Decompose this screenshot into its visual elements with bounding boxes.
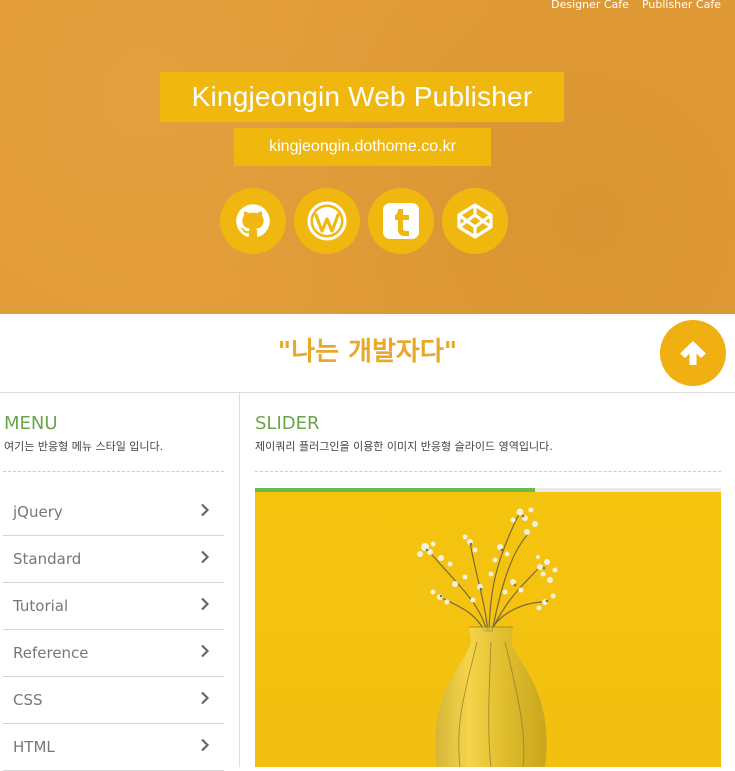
slider-title: SLIDER	[255, 413, 320, 434]
tumblr-icon	[383, 203, 419, 239]
quote-bar: "나는 개발자다"	[0, 314, 735, 393]
chevron-right-icon	[200, 643, 210, 662]
tumblr-button[interactable]	[368, 188, 434, 254]
scroll-top-button[interactable]	[660, 320, 726, 386]
site-url[interactable]: kingjeongin.dothome.co.kr	[234, 128, 491, 166]
codepen-button[interactable]	[442, 188, 508, 254]
menu-item-label: HTML	[13, 738, 55, 756]
designer-cafe-link[interactable]: Designer Cafe	[551, 0, 629, 12]
slide-image[interactable]	[255, 492, 721, 767]
menu-item-reference[interactable]: Reference	[3, 630, 224, 677]
vase-flowers-image	[255, 492, 721, 767]
menu-item-jquery[interactable]: jQuery	[3, 489, 224, 536]
menu-item-label: jQuery	[13, 503, 63, 521]
codepen-icon	[457, 203, 493, 239]
menu-item-label: Reference	[13, 644, 89, 662]
chevron-right-icon	[200, 502, 210, 521]
menu-item-label: Standard	[13, 550, 82, 568]
chevron-right-icon	[200, 737, 210, 756]
menu-item-label: CSS	[13, 691, 43, 709]
menu-item-standard[interactable]: Standard	[3, 536, 224, 583]
github-button[interactable]	[220, 188, 286, 254]
arrow-up-icon	[680, 341, 706, 365]
site-title: Kingjeongin Web Publisher	[160, 72, 564, 122]
menu-item-label: Tutorial	[13, 597, 69, 615]
wordpress-button[interactable]	[294, 188, 360, 254]
menu-divider	[3, 471, 224, 472]
slider-divider	[255, 471, 721, 472]
slider-section: SLIDER 제이쿼리 플러그인을 이용한 이미지 반응형 슬라이드 영역입니다…	[240, 393, 735, 767]
wordpress-icon	[307, 201, 347, 241]
menu-item-css[interactable]: CSS	[3, 677, 224, 724]
menu-item-html[interactable]: HTML	[3, 724, 224, 771]
menu-list: jQuery Standard Tutorial Reference CSS H…	[3, 489, 224, 771]
header: Designer Cafe Publisher Cafe Kingjeongin…	[0, 0, 735, 314]
chevron-right-icon	[200, 596, 210, 615]
slider-description: 제이쿼리 플러그인을 이용한 이미지 반응형 슬라이드 영역입니다.	[255, 440, 553, 453]
publisher-cafe-link[interactable]: Publisher Cafe	[642, 0, 721, 12]
menu-description: 여기는 반응형 메뉴 스타일 입니다.	[4, 440, 164, 453]
menu-section: MENU 여기는 반응형 메뉴 스타일 입니다. jQuery Standard…	[0, 393, 240, 771]
github-icon	[236, 204, 270, 237]
top-links: Designer Cafe Publisher Cafe	[551, 0, 721, 12]
quote-text: "나는 개발자다"	[277, 337, 458, 367]
chevron-right-icon	[200, 549, 210, 568]
menu-item-tutorial[interactable]: Tutorial	[3, 583, 224, 630]
menu-title: MENU	[4, 413, 58, 434]
social-links	[220, 188, 508, 254]
chevron-right-icon	[200, 690, 210, 709]
